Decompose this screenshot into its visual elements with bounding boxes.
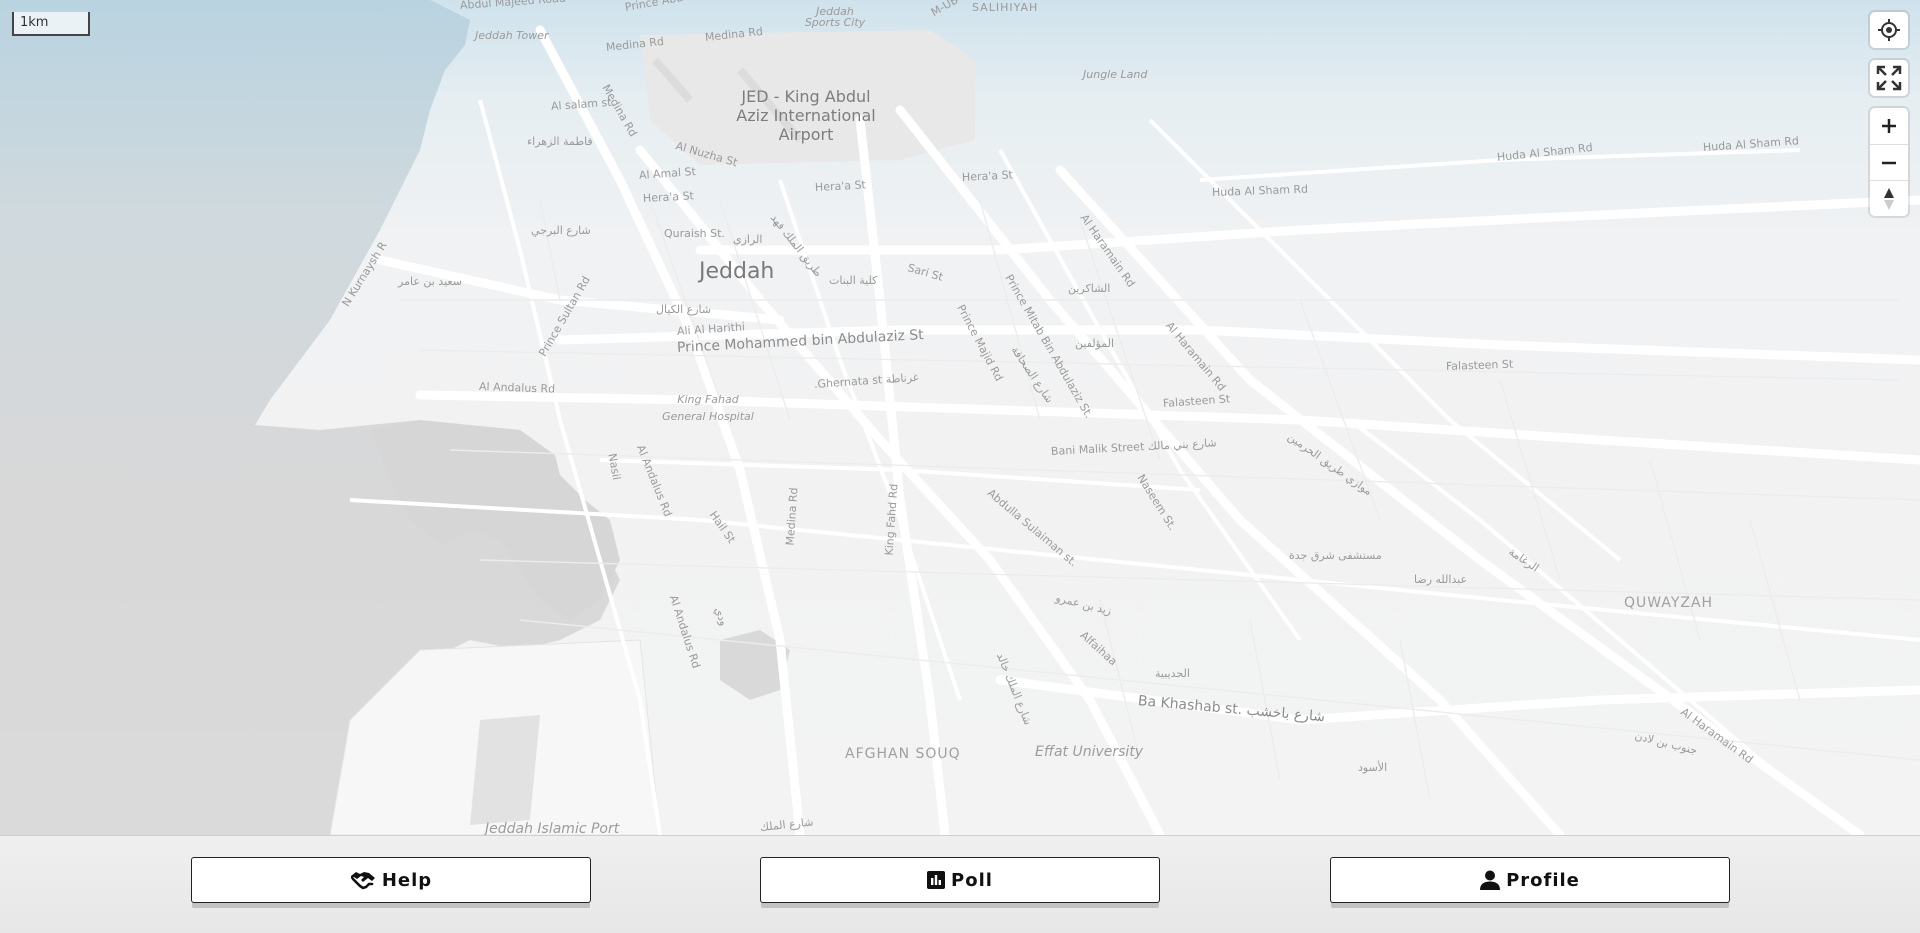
label-al-razi: الرازي [733, 233, 763, 246]
bottom-bar: Help Poll Profile [0, 835, 1920, 933]
zoom-control [1870, 108, 1908, 216]
compass-button[interactable] [1870, 180, 1908, 216]
scale-bar: 1km [12, 12, 90, 36]
poll-label: Poll [951, 869, 993, 891]
label-jeddah: Jeddah [699, 259, 775, 284]
label-huda-al-sham-1: Huda Al Sham Rd [1211, 182, 1309, 199]
fullscreen-control [1870, 60, 1908, 96]
label-afghan-souq: AFGHAN SOUQ [845, 746, 961, 762]
label-east-jeddah-hospital: مستشفى شرق جدة [1289, 549, 1382, 562]
minus-icon [1882, 161, 1896, 164]
label-heraa-st-3: Hera'a St [961, 168, 1014, 184]
label-al-shakireen: الشاكرين [1068, 282, 1111, 295]
locate-button[interactable] [1870, 12, 1908, 48]
label-al-andalus-rd-1: Al Andalus Rd [478, 380, 556, 396]
help-button[interactable]: Help [191, 857, 591, 903]
label-al-barjee: شارع البرجي [531, 224, 591, 237]
label-king-fahad-hospital: King Fahad General Hospital [662, 393, 754, 423]
zoom-in-button[interactable] [1870, 108, 1908, 144]
fullscreen-button[interactable] [1870, 60, 1908, 96]
zoom-out-button[interactable] [1870, 144, 1908, 180]
label-airport: JED - King Abdul Aziz International Airp… [736, 87, 876, 144]
map-canvas[interactable]: Abdul Majeed Road Prince Abd Allah Al Fa… [0, 0, 1920, 835]
label-jeddah-sports-city: Jeddah Sports City [804, 5, 866, 29]
expand-fullscreen-icon [1876, 65, 1902, 91]
label-quwayzah: QUWAYZAH [1624, 595, 1714, 611]
poll-button[interactable]: Poll [760, 857, 1160, 903]
help-label: Help [381, 869, 433, 891]
profile-button[interactable]: Profile [1330, 857, 1730, 903]
label-heraa-st-1: Hera'a St [642, 189, 695, 205]
label-jeddah-islamic-port: Jeddah Islamic Port [485, 821, 620, 835]
label-quraish-st: Quraish St. [664, 227, 725, 240]
label-al-muallifeen: المؤلفين [1075, 337, 1115, 350]
profile-label: Profile [1506, 869, 1580, 891]
label-jungle-land: Jungle Land [1083, 68, 1148, 81]
label-effat-university: Effat University [1035, 744, 1144, 760]
label-fatima-zahra: فاطمة الزهراء [527, 135, 593, 148]
label-al-hudaybiyah: الحديبية [1155, 667, 1190, 680]
label-saeed-bin-amer: سعيد بن عامر [398, 275, 462, 288]
crosshair-locate-icon [1878, 19, 1900, 41]
bar-chart-icon [927, 871, 946, 889]
label-al-kayyal: شارع الكيال [656, 303, 712, 316]
map-base [0, 0, 1920, 835]
label-al-aswad: الأسود [1358, 761, 1388, 774]
label-salihiyah: SALIHIYAH [972, 1, 1039, 14]
user-icon [1480, 870, 1501, 890]
compass-north-icon [1884, 187, 1894, 210]
label-falasteen-1: Falasteen St [1445, 357, 1514, 373]
label-jeddah-tower: Jeddah Tower [475, 29, 549, 42]
label-heraa-st-2: Hera'a St [814, 178, 867, 194]
plus-icon [1882, 119, 1896, 133]
locate-control [1870, 12, 1908, 48]
label-kulliyat-albanat: كلية البنات [829, 274, 878, 287]
handshake-icon [350, 872, 375, 890]
label-abdullah-reda: عبدالله رضا [1414, 573, 1468, 586]
